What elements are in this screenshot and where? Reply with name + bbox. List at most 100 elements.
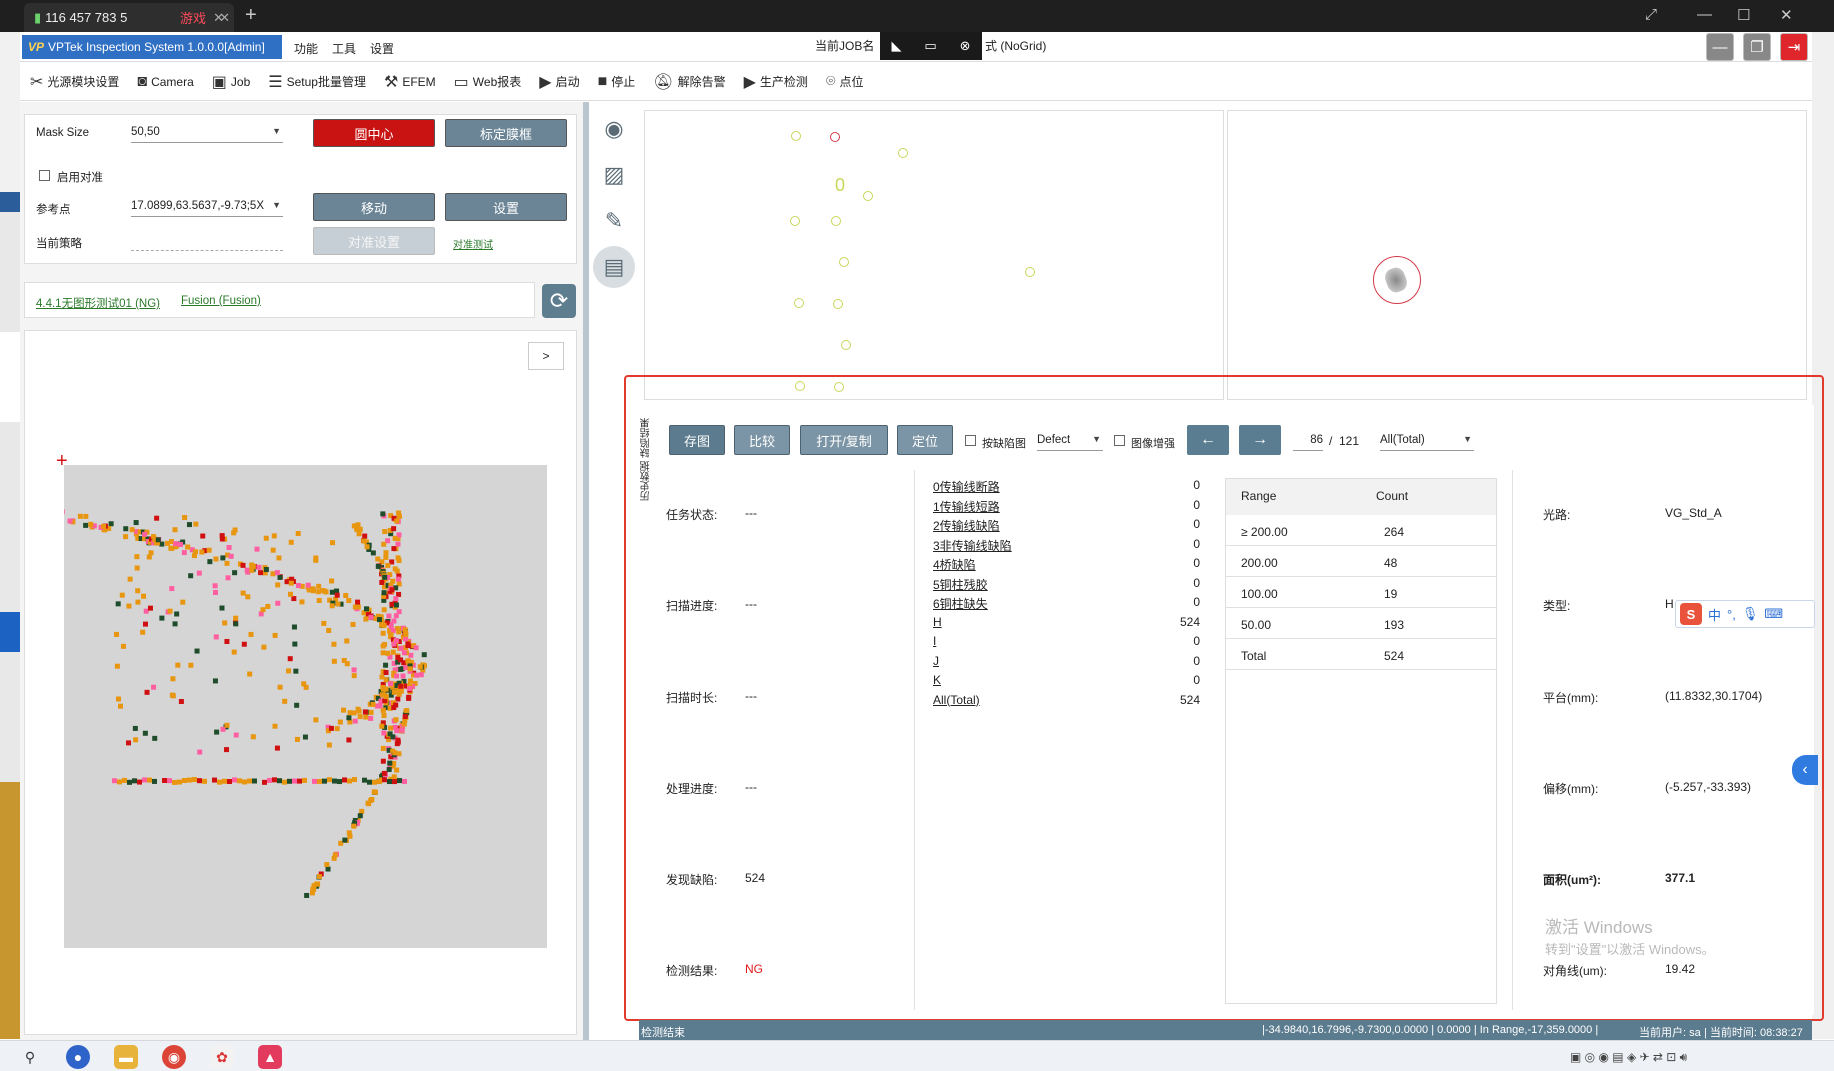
job-button[interactable]: ▣ Job <box>212 72 250 92</box>
info-value: (11.8332,30.1704) <box>1665 689 1763 703</box>
app-icon[interactable]: ● <box>66 1045 90 1069</box>
app-exit-button[interactable]: ⇥ <box>1780 33 1808 61</box>
defect-class-link[interactable]: All(Total) <box>933 693 980 707</box>
fusion-link[interactable]: Fusion (Fusion) <box>181 295 261 307</box>
expand-button[interactable]: > <box>528 342 564 370</box>
by-defect-checkbox[interactable] <box>965 435 976 446</box>
defect-dot <box>304 892 310 898</box>
calib-frame-button[interactable]: 标定膜框 <box>445 119 567 147</box>
report-icon[interactable]: ▤ <box>593 246 635 288</box>
app-icon[interactable]: ▲ <box>258 1045 282 1069</box>
defect-image-view[interactable] <box>1227 110 1807 400</box>
defect-dot <box>368 614 374 620</box>
keyboard-icon[interactable]: ⌨ <box>1764 606 1783 622</box>
clear-alarm-button[interactable]: 🔕︎ 解除告警 <box>653 72 725 92</box>
open-copy-button[interactable]: 打开/复制 <box>800 425 888 455</box>
ime-toolbar[interactable]: S 中 °, 🎙︎ ⌨ <box>1675 600 1815 628</box>
range-row[interactable]: 200.00 48 <box>1226 546 1496 577</box>
defect-class-link[interactable]: 2传输线缺陷 <box>933 517 1000 534</box>
menu-tools[interactable]: 工具 <box>332 40 356 57</box>
defect-dot <box>396 557 402 563</box>
defect-dot <box>248 631 254 637</box>
range-value: Total <box>1241 649 1267 663</box>
image-enhance-checkbox[interactable] <box>1114 435 1125 446</box>
window-close-icon[interactable]: ✕ <box>1780 6 1793 24</box>
range-row[interactable]: Total 524 <box>1226 639 1496 670</box>
ime-mode[interactable]: 中 <box>1708 605 1721 624</box>
range-row[interactable]: ≥ 200.00 264 <box>1226 515 1496 546</box>
compare-button[interactable]: 比较 <box>734 425 790 455</box>
production-inspect-button[interactable]: ▶ 生产检测 <box>744 72 808 92</box>
mask-size-select[interactable]: 50,50 ▼ <box>131 123 283 143</box>
defect-class-link[interactable]: 4桥缺陷 <box>933 556 976 573</box>
new-tab-button[interactable]: + <box>245 4 257 27</box>
efem-button[interactable]: ⚒ EFEM <box>384 72 436 92</box>
defect-class-link[interactable]: 3非传输线缺陷 <box>933 537 1012 554</box>
setup-batch-button[interactable]: ☰ Setup批量管理 <box>268 72 366 92</box>
defect-class-link[interactable]: 1传输线短路 <box>933 498 1000 515</box>
align-setup-button[interactable]: 对准设置 <box>313 227 435 255</box>
maximize-icon[interactable]: ☐ <box>1737 6 1750 24</box>
prev-button[interactable]: ← <box>1187 425 1229 455</box>
menu-settings[interactable]: 设置 <box>370 40 394 57</box>
chrome-icon[interactable]: ◉ <box>162 1045 186 1069</box>
stop-button[interactable]: ■ 停止 <box>598 73 636 91</box>
browser-tab-game[interactable]: 游戏 ✕ <box>170 3 240 32</box>
light-module-button[interactable]: ✂ 光源模块设置 <box>30 72 119 92</box>
defect-class-link[interactable]: H <box>933 615 942 629</box>
range-row[interactable]: 100.00 19 <box>1226 577 1496 608</box>
point-button[interactable]: ⌾ 点位 <box>826 73 864 91</box>
close-circle-icon[interactable]: ⊗ <box>960 38 971 54</box>
defect-class-link[interactable]: I <box>933 634 936 648</box>
app-restore-button[interactable]: ❐ <box>1743 33 1771 61</box>
defect-select[interactable]: Defect ▼ <box>1037 431 1103 451</box>
camera-button[interactable]: ◙ Camera <box>137 73 193 91</box>
enable-align-checkbox[interactable] <box>39 170 50 181</box>
page-current-input[interactable]: 86 <box>1293 431 1323 451</box>
range-count: 524 <box>1384 649 1405 663</box>
wafer-defect-map[interactable] <box>55 465 547 948</box>
filter-select[interactable]: All(Total) ▼ <box>1380 431 1474 451</box>
folder-icon[interactable]: ▬ <box>114 1045 138 1069</box>
pin-icon[interactable]: ◣ <box>891 38 901 54</box>
locate-button[interactable]: 定位 <box>897 425 953 455</box>
defect-dot <box>263 535 269 541</box>
collapse-side-icon[interactable]: ‹ <box>1792 755 1818 785</box>
strategy-field[interactable] <box>131 231 283 251</box>
defect-class-link[interactable]: 5铜柱残胶 <box>933 576 988 593</box>
results-side-tabs[interactable]: 历史数据 缺陷结果 <box>639 418 657 501</box>
start-button[interactable]: ▶ 启动 <box>539 72 579 92</box>
set-button[interactable]: 设置 <box>445 193 567 221</box>
align-test-link[interactable]: 对准测试 <box>453 236 493 251</box>
web-report-button[interactable]: ▭ Web报表 <box>454 72 522 92</box>
menu-function[interactable]: 功能 <box>294 40 318 57</box>
screen-icon[interactable]: ▭ <box>924 38 936 54</box>
defect-class-link[interactable]: J <box>933 654 939 668</box>
image-icon[interactable]: ▨ <box>593 154 635 196</box>
app-icon[interactable]: ✿ <box>210 1045 234 1069</box>
next-button[interactable]: → <box>1239 425 1281 455</box>
app-minimize-button[interactable]: — <box>1706 33 1734 61</box>
defect-class-link[interactable]: K <box>933 673 941 687</box>
save-image-button[interactable]: 存图 <box>669 425 725 455</box>
tray-icons[interactable]: ▣ ◎ ◉ ▤ ◈ ✈ ⇄ ⊡ 🔊︎ <box>1570 1050 1687 1065</box>
microphone-icon[interactable]: 🎙︎ <box>1742 606 1759 622</box>
fullscreen-icon[interactable]: ⤢ <box>1645 6 1657 23</box>
close-icon[interactable]: ✕ <box>219 10 230 26</box>
search-icon[interactable]: ⚲ <box>18 1045 42 1069</box>
move-button[interactable]: 移动 <box>313 193 435 221</box>
defect-class-link[interactable]: 0传输线断路 <box>933 478 1000 495</box>
refresh-button[interactable]: ⟳ <box>542 284 576 318</box>
minimize-icon[interactable]: — <box>1697 6 1712 23</box>
overview-image-view[interactable]: 0 <box>644 110 1224 400</box>
defect-class-link[interactable]: 6铜柱缺失 <box>933 595 988 612</box>
range-row[interactable]: 50.00 193 <box>1226 608 1496 639</box>
punctuation-icon[interactable]: °, <box>1727 607 1736 622</box>
ruler-icon[interactable]: ✎ <box>593 200 635 242</box>
recipe-link[interactable]: 4.4.1无图形测试01 (NG) <box>36 295 160 311</box>
defect-dot <box>114 631 120 637</box>
camera-icon[interactable]: ◉ <box>593 108 635 150</box>
ref-point-select[interactable]: 17.0899,63.5637,-9.73;5X ▼ <box>131 197 283 217</box>
defect-dot <box>326 742 332 748</box>
circle-center-button[interactable]: 圆中心 <box>313 119 435 147</box>
